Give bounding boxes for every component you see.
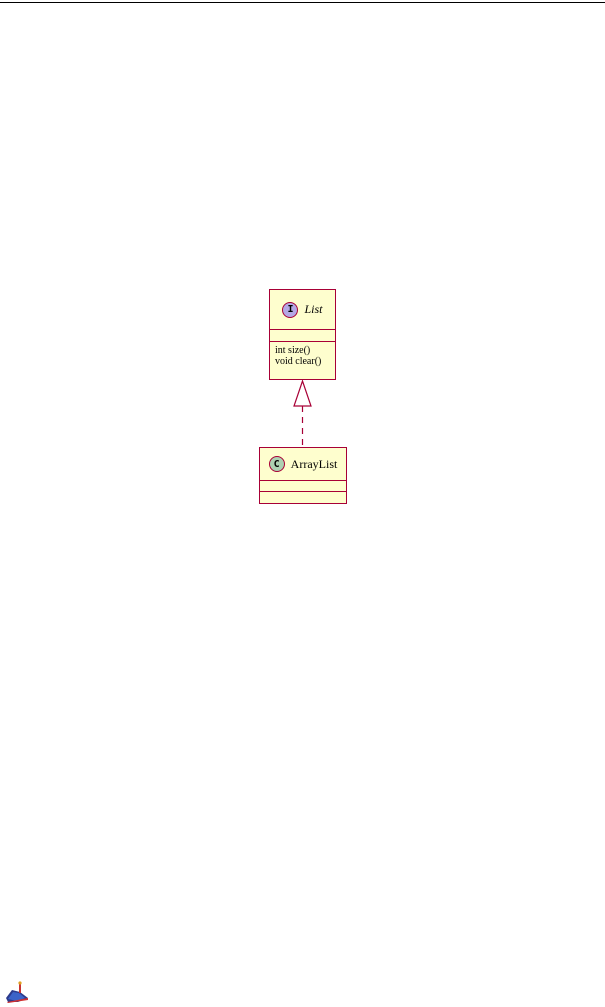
class-header: C ArrayList (260, 448, 346, 481)
class-stereotype-letter: C (273, 458, 280, 470)
class-stereotype-icon: C (268, 456, 285, 472)
interface-name: List (304, 302, 323, 316)
class-methods-section (260, 492, 346, 502)
class-name: ArrayList (290, 456, 338, 471)
interface-list-box: I List int size() void clear() (269, 289, 336, 380)
interface-methods-section: int size() void clear() (270, 342, 335, 367)
class-arraylist-box: C ArrayList (259, 447, 347, 504)
interface-header: I List (270, 290, 335, 330)
interface-fields-section (270, 330, 335, 342)
top-rule (0, 2, 605, 3)
application-logo-icon (6, 981, 28, 1003)
class-fields-section (260, 481, 346, 492)
page: I List int size() void clear() C ArrayLi… (0, 0, 605, 1007)
realization-arrowhead-icon (293, 379, 312, 407)
interface-method: void clear() (275, 356, 322, 367)
interface-method: int size() (275, 345, 311, 356)
interface-stereotype-icon: I (282, 301, 299, 318)
realization-arrow (293, 379, 312, 448)
interface-stereotype-letter: I (287, 304, 294, 315)
